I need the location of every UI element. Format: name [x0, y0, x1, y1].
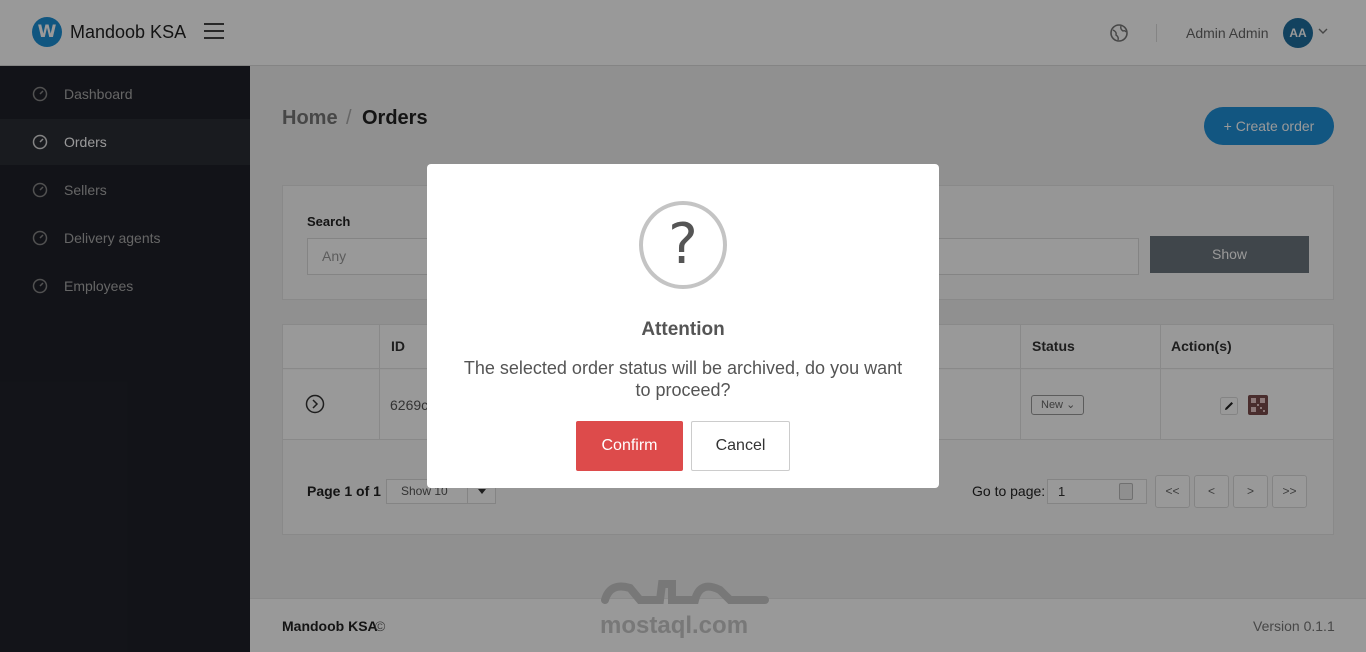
confirm-button[interactable]: Confirm — [576, 421, 683, 471]
cancel-button[interactable]: Cancel — [691, 421, 790, 471]
dialog-message: The selected order status will be archiv… — [463, 358, 903, 400]
question-icon: ? — [639, 201, 727, 289]
dialog-title: Attention — [641, 319, 725, 340]
